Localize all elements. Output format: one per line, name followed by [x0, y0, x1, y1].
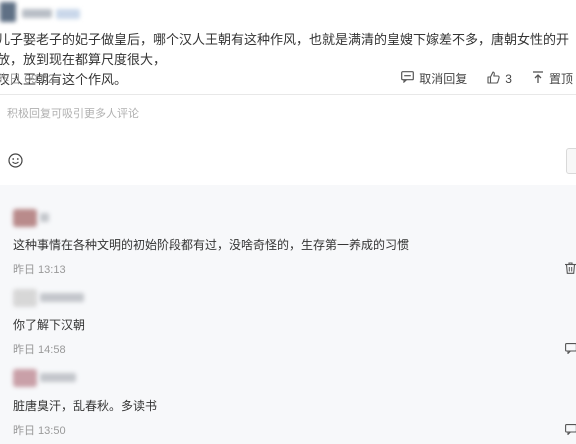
author-badge	[56, 9, 80, 19]
avatar[interactable]	[13, 209, 37, 227]
emoji-icon[interactable]	[8, 153, 23, 173]
pin-icon	[532, 70, 549, 87]
trash-icon[interactable]	[565, 261, 576, 279]
comment-icon[interactable]	[565, 341, 576, 359]
avatar[interactable]	[13, 289, 37, 307]
reply-actions: 取消回复 3 置顶	[381, 70, 573, 87]
sub-replies-panel: 这种事情在各种文明的初始阶段都有过，没啥奇怪的，生存第一养成的习惯 昨日 13:…	[0, 185, 576, 444]
sub-reply-time: 昨日 14:58	[13, 344, 66, 356]
thumbs-up-icon	[487, 70, 505, 87]
comment-icon	[401, 71, 419, 86]
author-name[interactable]	[40, 213, 49, 222]
author-name[interactable]	[40, 373, 76, 382]
cancel-reply-label: 取消回复	[419, 72, 468, 86]
pin-button[interactable]: 置顶	[532, 70, 573, 87]
comment-icon[interactable]	[565, 422, 576, 440]
sub-reply-time: 昨日 13:50	[13, 425, 66, 437]
like-button[interactable]: 3	[487, 70, 512, 87]
like-count: 3	[505, 71, 512, 86]
author-name[interactable]	[22, 9, 52, 18]
reply-compose	[0, 94, 576, 179]
pin-label: 置顶	[548, 72, 573, 86]
reply-meta: 昨日 09:02 取消回复 3 置顶	[0, 70, 576, 86]
sub-reply-text: 脏唐臭汗，乱春秋。多读书	[13, 399, 158, 413]
reply-input[interactable]	[5, 103, 549, 125]
sub-reply-text: 你了解下汉朝	[13, 318, 86, 332]
reply-time: 昨日 09:02	[0, 72, 55, 86]
avatar[interactable]	[13, 369, 37, 387]
avatar[interactable]	[0, 2, 16, 22]
author-name[interactable]	[40, 293, 84, 302]
send-button[interactable]	[566, 148, 576, 174]
sub-reply-text: 这种事情在各种文明的初始阶段都有过，没啥奇怪的，生存第一养成的习惯	[13, 238, 410, 252]
sub-reply-time: 昨日 13:13	[13, 264, 66, 276]
cancel-reply-button[interactable]: 取消回复	[401, 70, 467, 87]
